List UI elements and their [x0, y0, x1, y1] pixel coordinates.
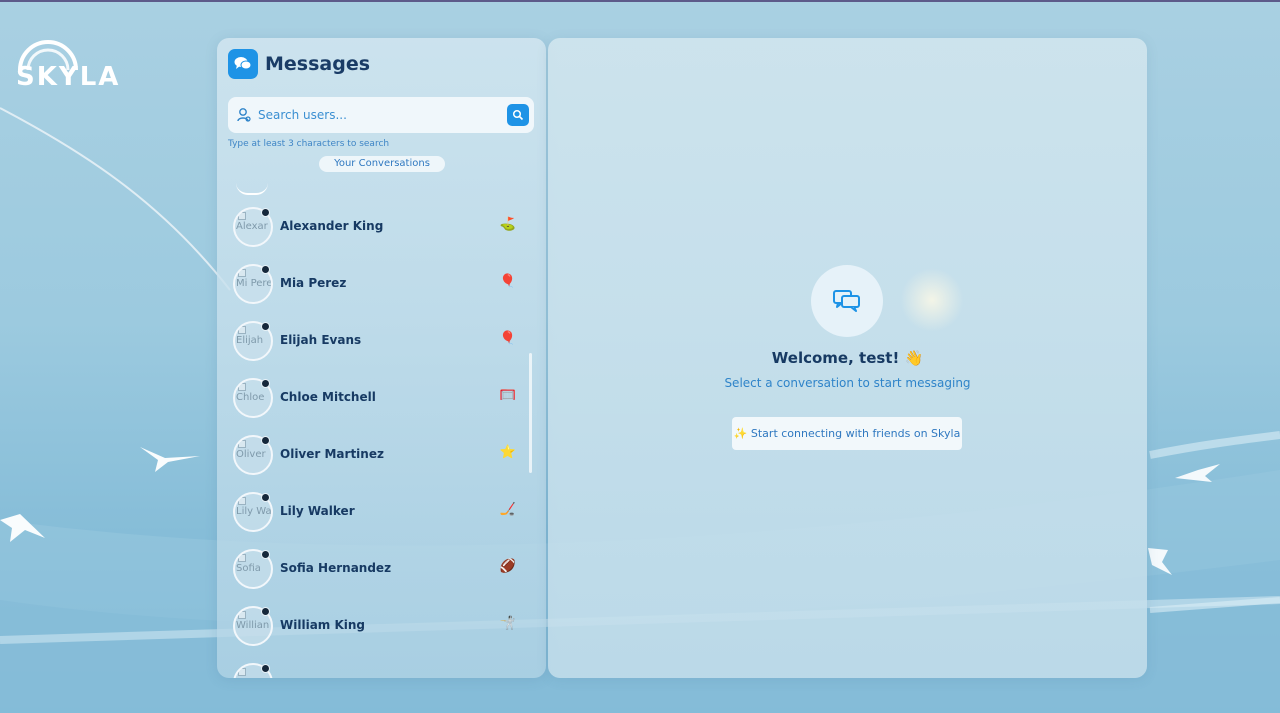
conversation-item[interactable]: Elijah Elijah Evans 🎈 — [217, 321, 546, 378]
avatar-alt-text: Willian — [236, 620, 270, 631]
avatar-alt-text: Oliver — [236, 449, 266, 460]
skyla-logo: SKYLA — [16, 62, 121, 92]
broken-image-icon — [238, 383, 246, 391]
avatar-alt-text: Elijah — [236, 335, 264, 346]
status-dot — [261, 322, 270, 331]
conversation-emoji: 🥅 — [499, 388, 517, 403]
sun-glow — [900, 268, 964, 332]
conversation-name: Elijah Evans — [280, 333, 362, 347]
conversation-item[interactable]: Lily Walke Lily Walker 🏒 — [217, 492, 546, 549]
avatar-alt-text: Alexar — [236, 221, 268, 232]
conversation-emoji: ⭐ — [499, 445, 517, 460]
welcome-title: Welcome, test! 👋 — [771, 349, 924, 367]
broken-image-icon — [238, 554, 246, 562]
search-button[interactable] — [507, 104, 529, 126]
conversation-item[interactable]: Mi Perez Mia Perez 🎈 — [217, 264, 546, 321]
status-dot — [261, 265, 270, 274]
start-connecting-button[interactable]: ✨ Start connecting with friends on Skyla — [732, 417, 962, 450]
conversations-label: Your Conversations — [319, 156, 445, 172]
status-dot — [261, 208, 270, 217]
welcome-subtitle: Select a conversation to start messaging — [724, 376, 971, 390]
magnifier-icon — [512, 109, 524, 121]
conversation-emoji: 🤺 — [499, 616, 517, 631]
conversation-emoji: ⛳ — [499, 217, 517, 232]
status-dot — [261, 493, 270, 502]
conversation-item[interactable]: Oliver Oliver Martinez ⭐ — [217, 435, 546, 492]
broken-image-icon — [238, 497, 246, 505]
conversation-name: Chloe Mitchell — [280, 390, 376, 404]
status-dot — [261, 607, 270, 616]
avatar-alt-text: Chloe — [236, 392, 265, 403]
conversation-emoji: 🎈 — [499, 331, 517, 346]
broken-image-icon — [238, 212, 246, 220]
conversation-emoji: 🎈 — [499, 274, 517, 289]
messages-sidebar: Messages Type at least 3 characters to s… — [217, 38, 546, 678]
page-title: Messages — [265, 53, 371, 75]
conversation-item[interactable]: Chloe Chloe Mitchell 🥅 — [217, 378, 546, 435]
broken-image-icon — [238, 269, 246, 277]
conversation-name: Mia Perez — [280, 276, 347, 290]
broken-image-icon — [238, 326, 246, 334]
conversation-name: Alexander King — [280, 219, 384, 233]
search-hint: Type at least 3 characters to search — [228, 139, 390, 149]
conversation-list[interactable]: Alexar Alexander King ⛳ Mi Perez Mia Per… — [217, 178, 546, 678]
search-box — [228, 97, 534, 133]
sidebar-header: Messages — [228, 49, 370, 79]
chat-panel: Welcome, test! 👋 Select a conversation t… — [548, 38, 1147, 678]
conversation-name: William King — [280, 618, 366, 632]
status-dot — [261, 550, 270, 559]
status-dot — [261, 379, 270, 388]
conversation-item-partial[interactable] — [217, 663, 546, 678]
conversation-item[interactable]: Alexar Alexander King ⛳ — [217, 207, 546, 264]
avatar-alt-text: Lily Walke — [236, 506, 272, 517]
partial-avatar — [236, 183, 268, 195]
chat-bubbles-icon — [811, 265, 883, 337]
conversation-name: Lily Walker — [280, 504, 355, 518]
search-input[interactable] — [258, 108, 498, 122]
broken-image-icon — [238, 440, 246, 448]
chat-bubbles-icon — [228, 49, 258, 79]
broken-image-icon — [238, 668, 246, 676]
avatar-alt-text: Sofia — [236, 563, 261, 574]
status-dot — [261, 436, 270, 445]
avatar-alt-text: Mi Perez — [236, 278, 273, 289]
scrollbar-thumb[interactable] — [529, 353, 532, 473]
conversation-name: Sofia Hernandez — [280, 561, 392, 575]
broken-image-icon — [238, 611, 246, 619]
conversation-item[interactable]: Sofia Sofia Hernandez 🏈 — [217, 549, 546, 606]
conversation-emoji: 🏒 — [499, 502, 517, 517]
conversation-item[interactable]: Willian William King 🤺 — [217, 606, 546, 663]
user-search-icon — [237, 107, 251, 123]
status-dot — [261, 664, 270, 673]
conversation-emoji: 🏈 — [499, 559, 517, 574]
conversation-name: Oliver Martinez — [280, 447, 384, 461]
